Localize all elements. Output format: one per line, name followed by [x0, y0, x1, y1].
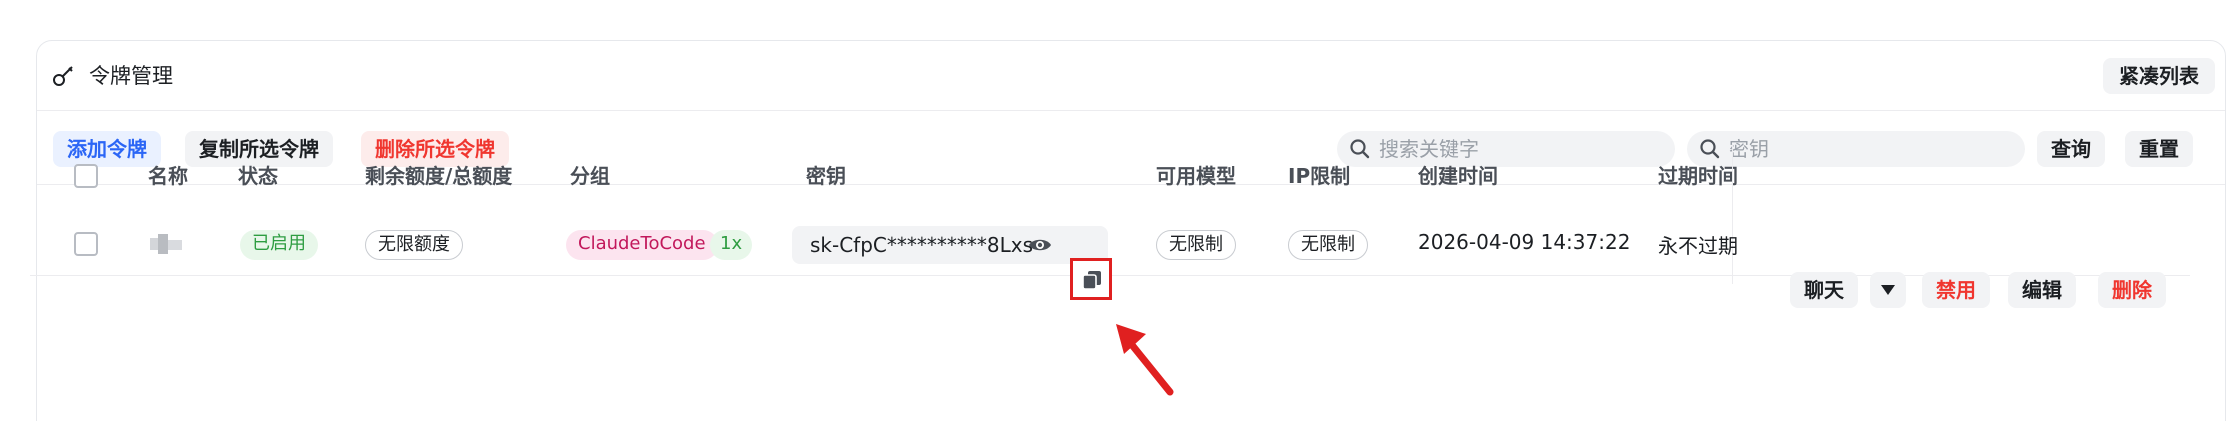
api-key-text: sk-CfpC**********8Lxs	[810, 233, 1034, 257]
column-header-name: 名称	[148, 164, 188, 188]
table-header: 名称 状态 剩余额度/总额度 分组 密钥 可用模型 IP限制 创建时间 过期时间	[30, 144, 2190, 208]
select-all-checkbox[interactable]	[74, 164, 98, 188]
column-header-group: 分组	[570, 164, 610, 188]
ip-limit-badge: 无限制	[1288, 230, 1368, 260]
eye-icon[interactable]	[1028, 235, 1052, 255]
edit-button[interactable]: 编辑	[2008, 272, 2076, 308]
card-header: 令牌管理 紧凑列表	[37, 41, 2225, 111]
key-icon	[53, 66, 73, 86]
models-badge: 无限制	[1156, 230, 1236, 260]
compact-list-button[interactable]: 紧凑列表	[2103, 58, 2215, 94]
chat-dropdown[interactable]	[1870, 272, 1906, 308]
token-name-blurred	[150, 234, 182, 254]
group-badge: ClaudeToCode	[566, 230, 718, 260]
status-badge: 已启用	[240, 230, 318, 260]
column-header-key: 密钥	[806, 164, 846, 188]
page-title: 令牌管理	[89, 64, 173, 88]
quota-badge: 无限额度	[365, 230, 463, 260]
column-header-ip-limit: IP限制	[1288, 164, 1351, 188]
key-field: sk-CfpC**********8Lxs	[792, 226, 1108, 264]
column-header-quota: 剩余额度/总额度	[365, 164, 513, 188]
copy-icon	[1082, 271, 1101, 290]
caret-down-icon	[1881, 285, 1895, 295]
expire-time: 永不过期	[1658, 234, 1738, 258]
delete-button[interactable]: 删除	[2098, 272, 2166, 308]
column-header-expires: 过期时间	[1658, 164, 1738, 188]
row-checkbox[interactable]	[74, 232, 98, 256]
disable-button[interactable]: 禁用	[1922, 272, 1990, 308]
column-header-created: 创建时间	[1418, 164, 1498, 188]
column-header-models: 可用模型	[1156, 164, 1236, 188]
copy-key-button[interactable]	[1070, 258, 1112, 300]
column-header-status: 状态	[238, 164, 278, 188]
group-ratio-badge: 1x	[710, 230, 753, 260]
created-time: 2026-04-09 14:37:22	[1418, 230, 1631, 254]
chat-button[interactable]: 聊天	[1790, 272, 1858, 308]
arrow-annotation	[1116, 324, 1174, 396]
